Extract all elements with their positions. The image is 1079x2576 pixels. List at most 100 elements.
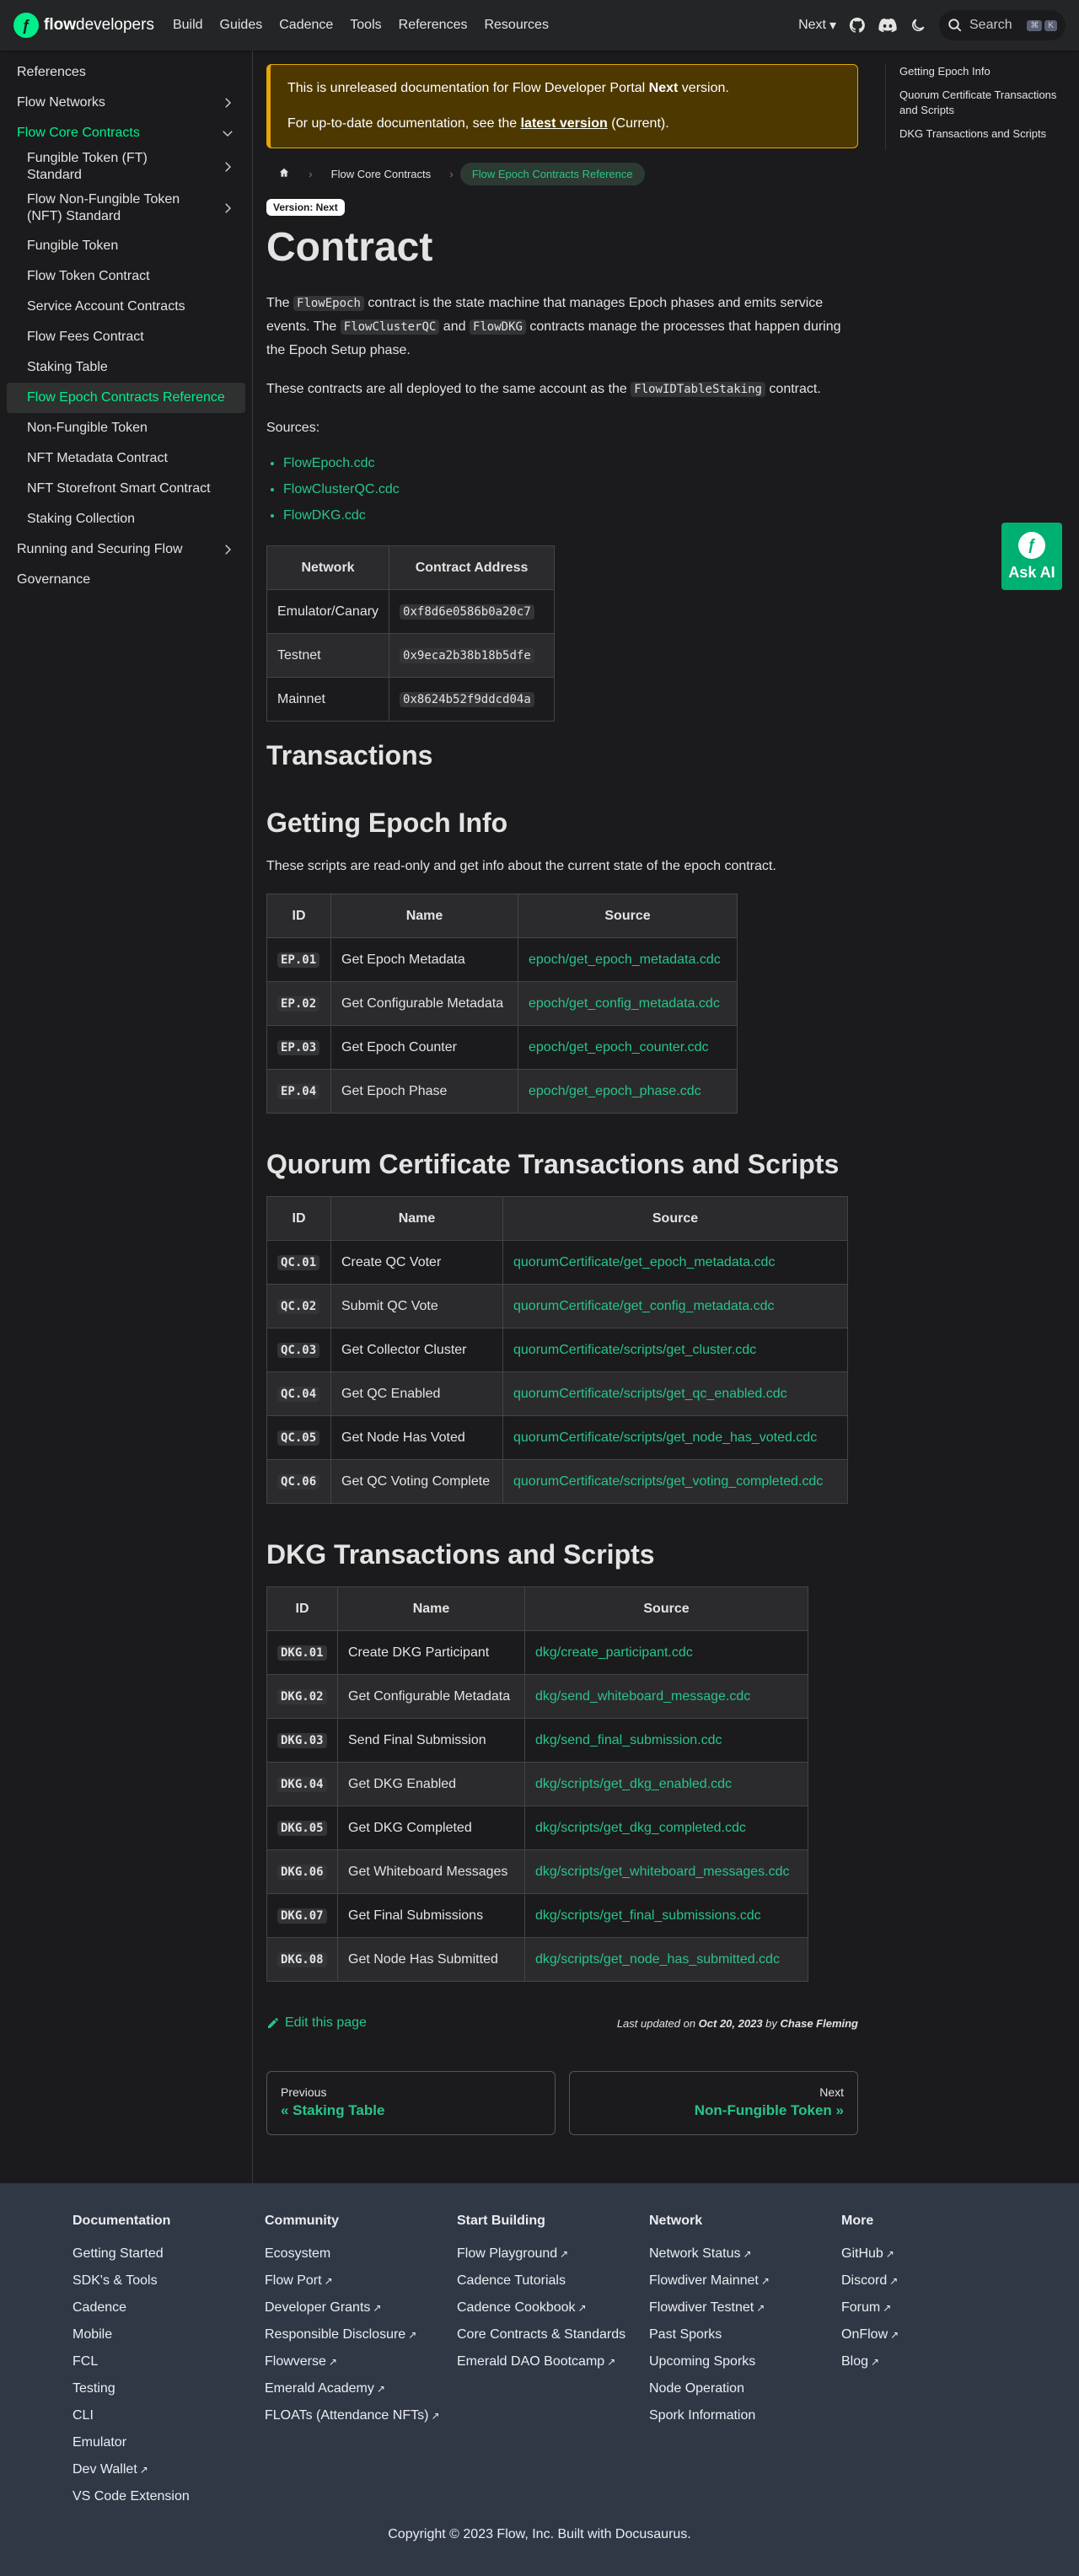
footer-link[interactable]: Past Sporks xyxy=(649,2321,824,2348)
sidebar-item-flow-core-contracts[interactable]: Flow Core Contracts xyxy=(7,118,245,148)
footer-link[interactable]: Getting Started xyxy=(72,2241,248,2267)
footer-link[interactable]: Upcoming Sporks xyxy=(649,2348,824,2375)
footer-link[interactable]: Emerald Academy ↗ xyxy=(265,2375,440,2402)
footer-link[interactable]: Flowverse ↗ xyxy=(265,2348,440,2375)
breadcrumb-home[interactable] xyxy=(266,162,302,186)
footer-link[interactable]: Emerald DAO Bootcamp ↗ xyxy=(457,2348,632,2375)
sidebar-item-flow-networks[interactable]: Flow Networks xyxy=(7,88,245,118)
source-link[interactable]: dkg/scripts/get_dkg_completed.cdc xyxy=(535,1821,746,1835)
search-button[interactable]: Search ⌘ K xyxy=(939,10,1066,40)
brand-logo[interactable]: ƒ flowdevelopers xyxy=(13,13,154,38)
dark-mode-toggle-icon[interactable] xyxy=(909,16,927,35)
nav-link-cadence[interactable]: Cadence xyxy=(277,14,335,36)
footer-link[interactable]: Flow Playground ↗ xyxy=(457,2241,632,2267)
sidebar-item-nft-standard[interactable]: Flow Non-Fungible Token (NFT) Standard xyxy=(7,185,245,231)
source-link[interactable]: dkg/send_whiteboard_message.cdc xyxy=(535,1689,750,1704)
source-link[interactable]: quorumCertificate/get_config_metadata.cd… xyxy=(513,1299,775,1313)
latest-version-link[interactable]: latest version xyxy=(521,116,608,131)
table-row: QC.06 Get QC Voting Complete quorumCertifi… xyxy=(266,1459,848,1504)
footer-link[interactable]: Mobile xyxy=(72,2321,248,2348)
chevron-right-icon[interactable] xyxy=(220,201,235,216)
source-link[interactable]: quorumCertificate/scripts/get_node_has_v… xyxy=(513,1430,817,1445)
footer-link[interactable]: Flowdiver Testnet ↗ xyxy=(649,2294,824,2321)
sidebar-item-nft-storefront[interactable]: NFT Storefront Smart Contract xyxy=(7,474,245,504)
sidebar-item-staking-collection[interactable]: Staking Collection xyxy=(7,504,245,534)
chevron-down-icon[interactable] xyxy=(220,126,235,141)
footer-link[interactable]: FCL xyxy=(72,2348,248,2375)
source-link[interactable]: quorumCertificate/get_epoch_metadata.cdc xyxy=(513,1255,775,1269)
footer-link[interactable]: Forum ↗ xyxy=(841,2294,1017,2321)
footer-link[interactable]: Ecosystem xyxy=(265,2241,440,2267)
sidebar-item-service-account-contracts[interactable]: Service Account Contracts xyxy=(7,292,245,322)
footer-link[interactable]: Cadence Tutorials xyxy=(457,2267,632,2294)
footer-link[interactable]: Flow Port ↗ xyxy=(265,2267,440,2294)
footer-link[interactable]: Blog ↗ xyxy=(841,2348,1017,2375)
source-link[interactable]: epoch/get_epoch_counter.cdc xyxy=(529,1040,709,1055)
toc-item-qc[interactable]: Quorum Certificate Transactions and Scri… xyxy=(899,88,1062,118)
toc-item-epoch-info[interactable]: Getting Epoch Info xyxy=(899,64,1062,79)
sidebar-item-nft-metadata-contract[interactable]: NFT Metadata Contract xyxy=(7,443,245,474)
nav-link-guides[interactable]: Guides xyxy=(218,14,265,36)
footer-link[interactable]: CLI xyxy=(72,2402,248,2429)
source-link[interactable]: dkg/scripts/get_whiteboard_messages.cdc xyxy=(535,1865,790,1879)
nav-link-references[interactable]: References xyxy=(397,14,470,36)
ask-ai-button[interactable]: ƒ Ask AI xyxy=(1001,523,1062,590)
footer-link[interactable]: Spork Information xyxy=(649,2402,824,2429)
footer-link[interactable]: VS Code Extension xyxy=(72,2483,248,2510)
toc-item-dkg[interactable]: DKG Transactions and Scripts xyxy=(899,126,1062,142)
footer-link[interactable]: Core Contracts & Standards xyxy=(457,2321,632,2348)
footer-link[interactable]: Flowdiver Mainnet ↗ xyxy=(649,2267,824,2294)
sidebar-item-non-fungible-token[interactable]: Non-Fungible Token xyxy=(7,413,245,443)
nav-link-build[interactable]: Build xyxy=(171,14,205,36)
source-link-flowepoch[interactable]: FlowEpoch.cdc xyxy=(283,456,375,470)
source-link[interactable]: quorumCertificate/scripts/get_cluster.cd… xyxy=(513,1343,756,1357)
source-link[interactable]: dkg/send_final_submission.cdc xyxy=(535,1733,722,1747)
pagination-next[interactable]: Next Non-Fungible Token » xyxy=(569,2071,858,2135)
pagination-previous[interactable]: Previous « Staking Table xyxy=(266,2071,556,2135)
source-link[interactable]: dkg/create_participant.cdc xyxy=(535,1645,693,1660)
source-link[interactable]: quorumCertificate/scripts/get_qc_enabled… xyxy=(513,1387,787,1401)
source-link-flowclusterqc[interactable]: FlowClusterQC.cdc xyxy=(283,482,400,496)
footer-link[interactable]: Developer Grants ↗ xyxy=(265,2294,440,2321)
sidebar-item-flow-token-contract[interactable]: Flow Token Contract xyxy=(7,261,245,292)
breadcrumb-item[interactable]: Flow Core Contracts xyxy=(319,163,443,185)
footer-link[interactable]: Dev Wallet ↗ xyxy=(72,2456,248,2483)
nav-link-resources[interactable]: Resources xyxy=(482,14,550,36)
source-link-flowdkg[interactable]: FlowDKG.cdc xyxy=(283,508,366,523)
footer-link[interactable]: Network Status ↗ xyxy=(649,2241,824,2267)
version-dropdown[interactable]: Next ▾ xyxy=(798,17,836,34)
chevron-right-icon[interactable] xyxy=(220,542,235,557)
source-link[interactable]: dkg/scripts/get_node_has_submitted.cdc xyxy=(535,1952,780,1967)
sidebar-item-governance[interactable]: Governance xyxy=(7,565,245,595)
source-link[interactable]: epoch/get_epoch_phase.cdc xyxy=(529,1084,701,1098)
github-icon[interactable] xyxy=(848,16,867,35)
source-link[interactable]: dkg/scripts/get_final_submissions.cdc xyxy=(535,1908,761,1923)
footer-link[interactable]: FLOATs (Attendance NFTs) ↗ xyxy=(265,2402,440,2429)
footer-link[interactable]: Emulator xyxy=(72,2429,248,2456)
footer-link[interactable]: GitHub ↗ xyxy=(841,2241,1017,2267)
footer-link[interactable]: SDK's & Tools xyxy=(72,2267,248,2294)
edit-this-page-link[interactable]: Edit this page xyxy=(266,2015,367,2031)
source-link[interactable]: dkg/scripts/get_dkg_enabled.cdc xyxy=(535,1777,732,1791)
sidebar-item-flow-fees-contract[interactable]: Flow Fees Contract xyxy=(7,322,245,352)
chevron-right-icon[interactable] xyxy=(220,159,235,174)
source-link[interactable]: epoch/get_epoch_metadata.cdc xyxy=(529,953,721,967)
footer-link[interactable]: Cadence Cookbook ↗ xyxy=(457,2294,632,2321)
footer-link[interactable]: OnFlow ↗ xyxy=(841,2321,1017,2348)
sidebar-item-fungible-token[interactable]: Fungible Token xyxy=(7,231,245,261)
chevron-right-icon[interactable] xyxy=(220,95,235,110)
footer-link[interactable]: Discord ↗ xyxy=(841,2267,1017,2294)
sidebar-item-running-securing-flow[interactable]: Running and Securing Flow xyxy=(7,534,245,565)
nav-link-tools[interactable]: Tools xyxy=(348,14,383,36)
footer-link[interactable]: Node Operation xyxy=(649,2375,824,2402)
footer-link[interactable]: Testing xyxy=(72,2375,248,2402)
source-link[interactable]: epoch/get_config_metadata.cdc xyxy=(529,996,720,1011)
sidebar-item-ft-standard[interactable]: Fungible Token (FT) Standard xyxy=(7,148,245,185)
source-link[interactable]: quorumCertificate/scripts/get_voting_com… xyxy=(513,1474,823,1489)
footer-link[interactable]: Cadence xyxy=(72,2294,248,2321)
sidebar-item-flow-epoch-contracts[interactable]: Flow Epoch Contracts Reference xyxy=(7,383,245,413)
footer-link[interactable]: Responsible Disclosure ↗ xyxy=(265,2321,440,2348)
sidebar-item-references[interactable]: References xyxy=(7,57,245,88)
sidebar-item-staking-table[interactable]: Staking Table xyxy=(7,352,245,383)
discord-icon[interactable] xyxy=(878,16,897,35)
